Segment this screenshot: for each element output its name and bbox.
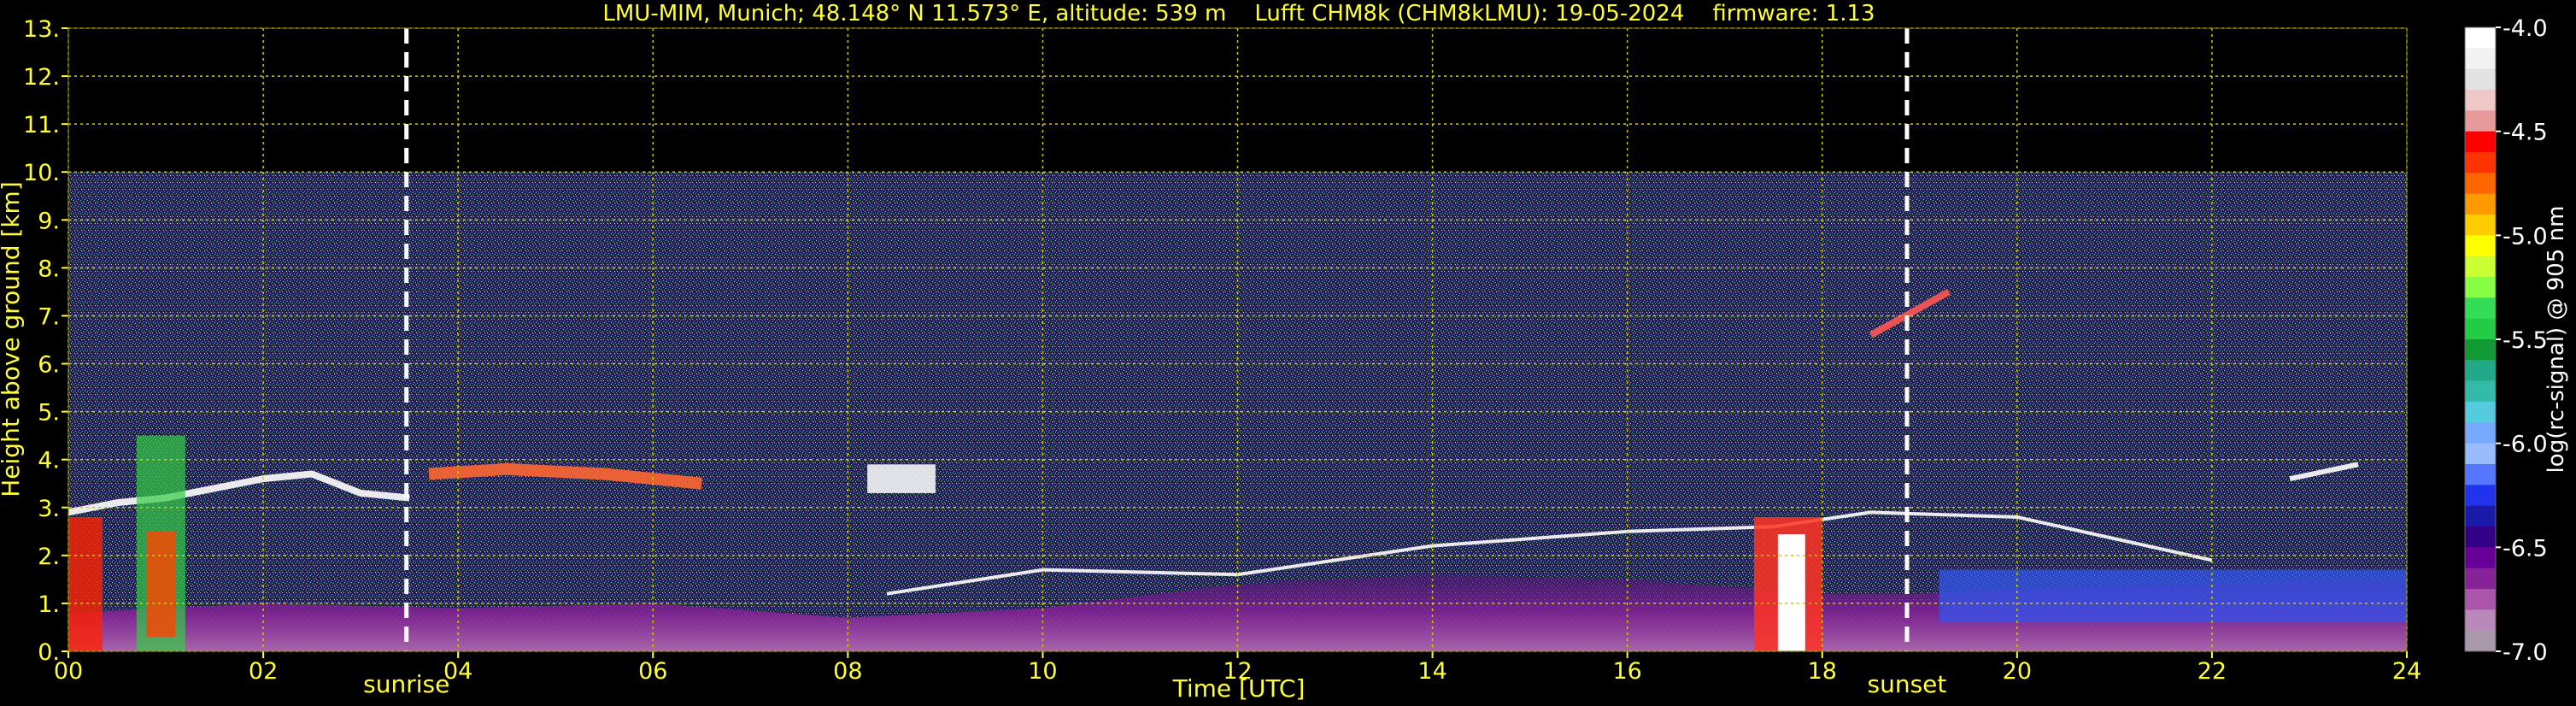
colorbar-swatch [2465,215,2496,236]
morning-plume-core [146,531,176,638]
colorbar-swatch [2465,402,2496,423]
colorbar-swatch [2465,152,2496,174]
colorbar-tick-label: -6.0 [2503,432,2548,458]
y-tick-label: 13. [23,16,60,43]
colorbar-swatch [2465,609,2496,632]
x-tick-label: 08 [833,658,862,685]
x-tick-label: 04 [443,658,472,685]
x-tick-label: 20 [2003,658,2032,685]
y-axis-label: Height above ground [km] [0,181,25,497]
x-tick-label: 18 [1808,658,1837,685]
colorbar-tick-label: -4.5 [2503,120,2548,146]
colorbar-tick-label: -5.0 [2503,223,2548,250]
sunset-label: sunset [1868,670,1947,698]
colorbar-swatch [2465,380,2496,403]
colorbar-swatch [2465,68,2496,91]
precipitation-core [1777,533,1805,651]
colorbar-swatch [2465,485,2496,507]
y-tick-label: 0. [38,639,60,666]
y-tick-label: 2. [38,544,60,570]
x-tick-label: 06 [638,658,667,685]
colorbar-tick-label: -7.0 [2503,639,2548,666]
colorbar-swatch [2465,464,2496,485]
colorbar-swatch [2465,630,2496,652]
morning-plume-left [68,516,103,651]
y-tick-label: 12. [23,64,60,91]
colorbar-swatch [2465,422,2496,444]
y-tick-label: 8. [38,256,60,282]
colorbar-tick-label: -4.0 [2503,15,2548,42]
colorbar-swatch [2465,235,2496,257]
colorbar-swatch [2465,256,2496,278]
colorbar-swatch [2465,547,2496,569]
y-tick-label: 4. [38,448,60,474]
x-tick-label: 22 [2198,658,2227,685]
colorbar-swatch [2465,297,2496,320]
y-tick-label: 10. [23,160,60,186]
y-tick-label: 9. [38,208,60,234]
colorbar-swatch [2465,527,2496,548]
colorbar-swatch [2465,589,2496,610]
x-tick-label: 02 [249,658,278,685]
colorbar-swatch [2465,443,2496,465]
colorbar-swatch [2465,568,2496,590]
colorbar-swatch [2465,339,2496,361]
x-tick-label: 24 [2392,658,2421,685]
colorbar-swatch [2465,173,2496,195]
colorbar-tick-label: -6.5 [2503,535,2548,562]
x-tick-label: 16 [1612,658,1641,685]
y-tick-label: 6. [38,352,60,379]
y-tick-label: 3. [38,496,60,522]
colorbar-swatch [2465,110,2496,132]
y-tick-label: 1. [38,591,60,618]
y-tick-label: 11. [23,112,60,138]
colorbar-swatch [2465,277,2496,298]
sunrise-label: sunrise [363,670,449,698]
colorbar-label: log(rc-signal) @ 905 nm [2544,206,2569,474]
y-tick-label: 5. [38,400,60,427]
ceilometer-chart: sunrise sunset 00 02 04 06 08 10 12 14 16 18 20 22 24… [0,0,2576,706]
x-axis-label: Time [UTC] [1172,674,1306,703]
colorbar-swatch [2465,193,2496,215]
colorbar-tick-label: -5.5 [2503,327,2548,354]
chart-title: LMU-MIM, Munich; 48.148° N 11.573° E, al… [602,1,1875,26]
colorbar-swatch [2465,505,2496,527]
colorbar-swatch [2465,27,2496,49]
colorbar-swatch [2465,131,2496,153]
x-tick-label: 10 [1028,658,1057,685]
colorbar-swatch [2465,90,2496,111]
colorbar-swatch [2465,318,2496,340]
colorbar-swatch [2465,48,2496,70]
cloud [867,464,936,493]
colorbar-swatch [2465,360,2496,382]
evening-aerosol-band [1939,569,2407,623]
x-tick-label: 14 [1417,658,1446,685]
y-tick-label: 7. [38,303,60,330]
